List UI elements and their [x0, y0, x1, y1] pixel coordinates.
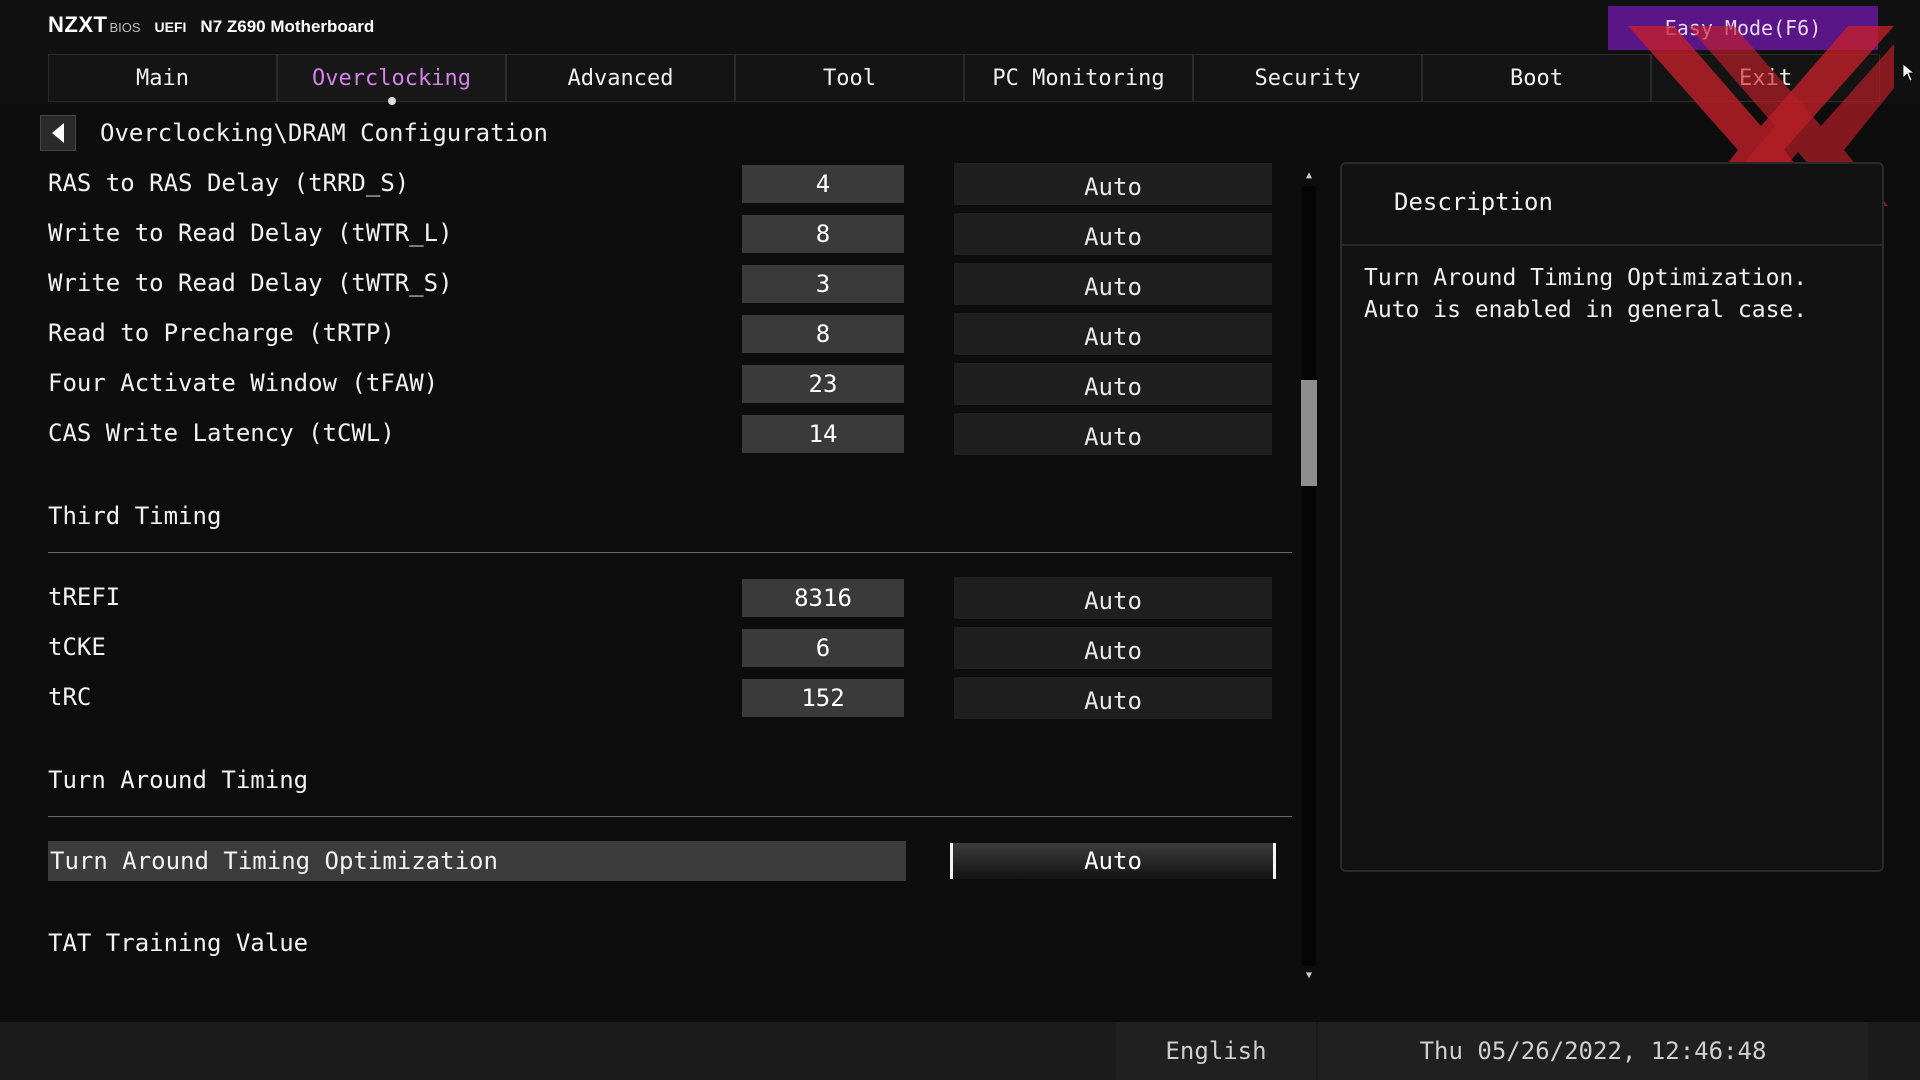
setting-label: Turn Around Timing Optimization [48, 841, 906, 881]
current-value: 8316 [742, 579, 904, 617]
bios-label: BIOS [109, 20, 141, 35]
setting-row-tcwl[interactable]: CAS Write Latency (tCWL) 14 Auto [48, 413, 1278, 455]
setting-value-field[interactable]: Auto [954, 163, 1272, 205]
header-bar: NZXT BIOS UEFI N7 Z690 Motherboard Easy … [0, 0, 1920, 105]
setting-row-twtr-l[interactable]: Write to Read Delay (tWTR_L) 8 Auto [48, 213, 1278, 255]
setting-row-twtr-s[interactable]: Write to Read Delay (tWTR_S) 3 Auto [48, 263, 1278, 305]
current-value: 14 [742, 415, 904, 453]
setting-label: CAS Write Latency (tCWL) [48, 419, 395, 447]
current-value: 8 [742, 315, 904, 353]
setting-label: RAS to RAS Delay (tRRD_S) [48, 169, 410, 197]
section-third-timing: Third Timing [48, 502, 222, 530]
setting-value-field[interactable]: Auto [954, 313, 1272, 355]
setting-value-field[interactable]: Auto [954, 363, 1272, 405]
tab-overclocking[interactable]: Overclocking [277, 54, 506, 105]
scroll-track[interactable] [1302, 186, 1316, 966]
scroll-thumb[interactable] [1301, 380, 1317, 486]
section-divider [48, 816, 1292, 817]
setting-value-field[interactable]: Auto [954, 677, 1272, 719]
setting-value-field[interactable]: Auto [954, 413, 1272, 455]
description-line: Turn Around Timing Optimization. [1364, 265, 1808, 291]
tab-boot[interactable]: Boot [1422, 54, 1651, 102]
current-value: 4 [742, 165, 904, 203]
scroll-up-arrow-icon[interactable]: ▲ [1303, 170, 1315, 182]
setting-row-trc[interactable]: tRC 152 Auto [48, 677, 1278, 719]
current-value: 6 [742, 629, 904, 667]
current-value: 8 [742, 215, 904, 253]
description-panel: Description Turn Around Timing Optimizat… [1340, 162, 1884, 872]
section-tat-training-value: TAT Training Value [48, 929, 309, 957]
uefi-label: UEFI [154, 19, 187, 35]
setting-row-trefi[interactable]: tREFI 8316 Auto [48, 577, 1278, 619]
setting-label: Four Activate Window (tFAW) [48, 369, 439, 397]
description-line: Auto is enabled in general case. [1364, 297, 1808, 323]
setting-value-field[interactable]: Auto [954, 213, 1272, 255]
mouse-cursor-icon [1903, 64, 1915, 82]
setting-row-tat-optimization[interactable]: Turn Around Timing Optimization Auto [48, 841, 1278, 881]
setting-value-field[interactable]: Auto [954, 627, 1272, 669]
tab-pc-monitoring[interactable]: PC Monitoring [964, 54, 1193, 102]
description-header: Description [1342, 164, 1882, 246]
current-value: 3 [742, 265, 904, 303]
board-name: N7 Z690 Motherboard [200, 17, 375, 36]
footer-bar: English Thu 05/26/2022, 12:46:48 [0, 1022, 1920, 1080]
section-divider [48, 552, 1292, 553]
main-tabs: Main Overclocking Advanced Tool PC Monit… [48, 54, 1880, 105]
scroll-down-arrow-icon[interactable]: ▼ [1303, 970, 1315, 982]
section-turn-around-timing: Turn Around Timing [48, 766, 309, 794]
back-button[interactable] [40, 115, 76, 151]
date-time[interactable]: Thu 05/26/2022, 12:46:48 [1318, 1022, 1868, 1080]
breadcrumb: Overclocking\DRAM Configuration [100, 119, 548, 147]
description-text: Turn Around Timing Optimization. Auto is… [1364, 262, 1864, 326]
easy-mode-button[interactable]: Easy Mode(F6) [1608, 6, 1878, 50]
setting-row-tfaw[interactable]: Four Activate Window (tFAW) 23 Auto [48, 363, 1278, 405]
arrow-left-icon [52, 123, 64, 143]
tab-tool[interactable]: Tool [735, 54, 964, 102]
setting-value-field[interactable]: Auto [954, 577, 1272, 619]
setting-label: tREFI [48, 583, 121, 611]
nzxt-logo: NZXT [48, 12, 108, 37]
setting-label: Read to Precharge (tRTP) [48, 319, 395, 347]
current-value: 23 [742, 365, 904, 403]
language-selector[interactable]: English [1116, 1022, 1316, 1080]
setting-label: tRC [48, 683, 92, 711]
settings-scrollbar[interactable]: ▲ ▼ [1300, 168, 1318, 984]
description-title: Description [1394, 188, 1553, 216]
setting-row-trrd-s[interactable]: RAS to RAS Delay (tRRD_S) 4 Auto [48, 163, 1278, 205]
brand: NZXT BIOS UEFI N7 Z690 Motherboard [48, 12, 374, 42]
setting-label: Write to Read Delay (tWTR_L) [48, 219, 453, 247]
tab-security[interactable]: Security [1193, 54, 1422, 102]
current-value: 152 [742, 679, 904, 717]
setting-label: Write to Read Delay (tWTR_S) [48, 269, 453, 297]
setting-label: tCKE [48, 633, 106, 661]
setting-row-trtp[interactable]: Read to Precharge (tRTP) 8 Auto [48, 313, 1278, 355]
setting-value-field[interactable]: Auto [950, 843, 1276, 879]
setting-value-field[interactable]: Auto [954, 263, 1272, 305]
tab-main[interactable]: Main [48, 54, 277, 102]
tab-advanced[interactable]: Advanced [506, 54, 735, 102]
setting-row-tcke[interactable]: tCKE 6 Auto [48, 627, 1278, 669]
tab-exit[interactable]: Exit [1651, 54, 1880, 102]
